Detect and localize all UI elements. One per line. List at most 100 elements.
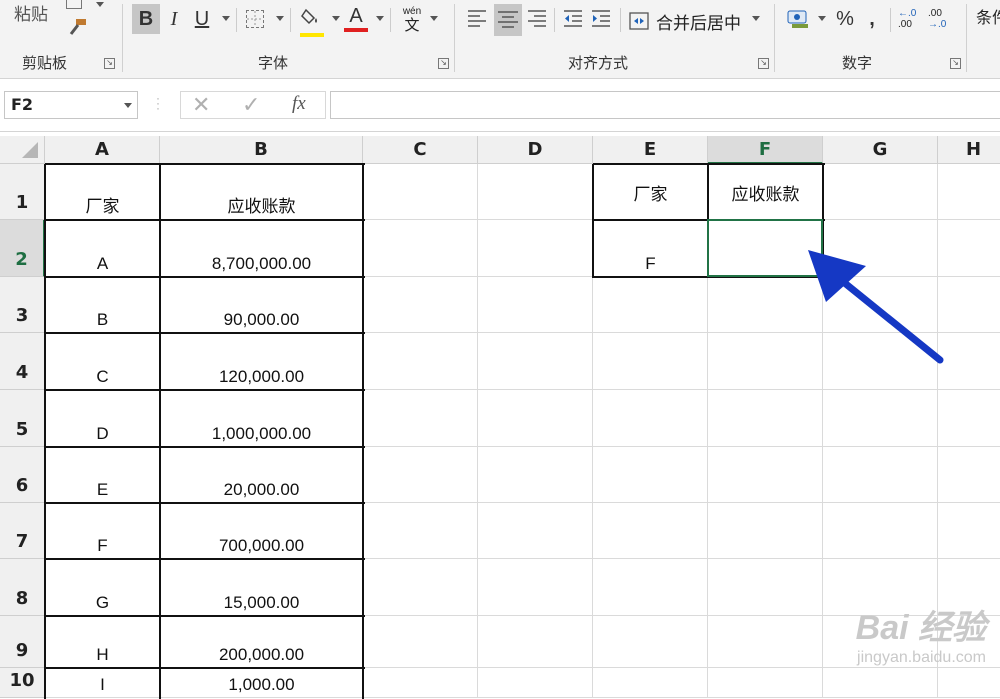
table-border [362, 164, 364, 699]
cell-a5[interactable]: D [45, 390, 160, 447]
table-border [45, 446, 365, 448]
fill-color-dropdown-icon[interactable] [332, 16, 340, 21]
fill-color-icon[interactable] [300, 6, 324, 37]
align-right-icon[interactable] [526, 8, 550, 32]
cell-a2[interactable]: A [45, 220, 160, 277]
increase-indent-icon[interactable] [590, 8, 614, 32]
italic-button[interactable]: I [162, 4, 186, 34]
cell-b8[interactable]: 15,000.00 [160, 559, 363, 616]
row-header-1[interactable]: 1 [0, 164, 45, 220]
column-header-c[interactable]: C [363, 136, 478, 164]
copy-dropdown-icon[interactable] [96, 2, 104, 7]
table-border [592, 164, 594, 278]
borders-dropdown-icon[interactable] [276, 16, 284, 21]
number-launcher-icon[interactable]: ↘ [950, 58, 961, 69]
cell-b4[interactable]: 120,000.00 [160, 333, 363, 390]
formula-input[interactable] [330, 91, 1000, 119]
table-border [44, 164, 46, 699]
table-border [45, 502, 365, 504]
underline-button[interactable]: U [190, 4, 214, 34]
align-left-icon[interactable] [466, 8, 490, 32]
bold-button[interactable]: B [132, 4, 160, 34]
percent-style-button[interactable]: % [832, 4, 858, 34]
paste-button[interactable]: 粘贴 [14, 0, 54, 30]
cancel-icon[interactable]: ✕ [192, 92, 210, 118]
row-header-5[interactable]: 5 [0, 390, 45, 447]
cell-a10[interactable]: I [45, 668, 160, 698]
conditional-format-button[interactable]: 条件 [976, 4, 1000, 28]
column-header-h[interactable]: H [938, 136, 1000, 164]
cell-b1[interactable]: 应收账款 [160, 164, 363, 220]
alignment-launcher-icon[interactable]: ↘ [758, 58, 769, 69]
font-color-icon: A [349, 5, 363, 27]
format-painter-icon[interactable] [66, 18, 90, 36]
cell-b6[interactable]: 20,000.00 [160, 447, 363, 503]
ribbon: 粘贴 剪贴板 ↘ B I U A wén 文 字体 ↘ 合并后居中 对齐方式 ↘… [0, 0, 1000, 79]
cell-a4[interactable]: C [45, 333, 160, 390]
decrease-decimal-icon[interactable]: .00 →.0 [928, 8, 954, 34]
underline-dropdown-icon[interactable] [222, 16, 230, 21]
cell-b2[interactable]: 8,700,000.00 [160, 220, 363, 277]
divider [554, 8, 555, 32]
name-box-dropdown-icon[interactable] [124, 103, 132, 108]
selected-cell-f2[interactable] [707, 219, 823, 277]
accounting-format-icon[interactable] [786, 8, 812, 30]
merge-center-dropdown-icon[interactable] [752, 16, 760, 21]
cell-f1[interactable]: 应收账款 [708, 164, 823, 220]
insert-function-icon[interactable]: fx [292, 93, 306, 115]
cell-b5[interactable]: 1,000,000.00 [160, 390, 363, 447]
font-color-button[interactable]: A [344, 4, 368, 34]
decrease-indent-icon[interactable] [562, 8, 586, 32]
phonetic-guide-button[interactable]: wén 文 [400, 6, 424, 36]
clipboard-launcher-icon[interactable]: ↘ [104, 58, 115, 69]
column-header-f[interactable]: F [708, 136, 823, 164]
increase-decimal-icon[interactable]: ←.0.00 [898, 8, 924, 34]
column-header-e[interactable]: E [593, 136, 708, 164]
cell-e2[interactable]: F [593, 220, 708, 277]
divider [290, 8, 291, 32]
cell-e1[interactable]: 厂家 [593, 164, 708, 220]
font-launcher-icon[interactable]: ↘ [438, 58, 449, 69]
row-header-2[interactable]: 2 [0, 220, 45, 277]
cell-a6[interactable]: E [45, 447, 160, 503]
align-center-icon[interactable] [494, 4, 522, 36]
borders-icon[interactable] [246, 10, 264, 28]
column-header-b[interactable]: B [160, 136, 363, 164]
worksheet-grid[interactable]: A B C D E F G H 1 2 3 4 5 6 7 8 9 10 厂家 应收账款 A 8,700,000.00 B 9… [0, 136, 1000, 699]
row-header-9[interactable]: 9 [0, 616, 45, 668]
font-group-label: 字体 [258, 55, 289, 72]
divider [620, 8, 621, 32]
cell-b7[interactable]: 700,000.00 [160, 503, 363, 559]
cell-a8[interactable]: G [45, 559, 160, 616]
row-header-8[interactable]: 8 [0, 559, 45, 616]
column-header-a[interactable]: A [45, 136, 160, 164]
column-header-g[interactable]: G [823, 136, 938, 164]
row-header-4[interactable]: 4 [0, 333, 45, 390]
row-header-6[interactable]: 6 [0, 447, 45, 503]
cell-b10[interactable]: 1,000.00 [160, 668, 363, 698]
divider [966, 4, 967, 72]
copy-icon[interactable] [66, 0, 82, 9]
accounting-dropdown-icon[interactable] [818, 16, 826, 21]
name-box[interactable]: F2 [4, 91, 138, 119]
enter-icon[interactable]: ✓ [242, 92, 260, 118]
cell-a3[interactable]: B [45, 277, 160, 333]
row-header-7[interactable]: 7 [0, 503, 45, 559]
resize-handle[interactable]: · · · [156, 92, 160, 114]
divider [390, 8, 391, 32]
comma-style-button[interactable]: , [862, 4, 882, 34]
row-header-3[interactable]: 3 [0, 277, 45, 333]
divider [454, 4, 455, 72]
phonetic-dropdown-icon[interactable] [430, 16, 438, 21]
cell-a9[interactable]: H [45, 616, 160, 668]
merge-center-button[interactable]: 合并后居中 [628, 6, 768, 36]
font-color-dropdown-icon[interactable] [376, 16, 384, 21]
fill-handle[interactable] [819, 273, 827, 281]
cell-b3[interactable]: 90,000.00 [160, 277, 363, 333]
cell-b9[interactable]: 200,000.00 [160, 616, 363, 668]
column-header-d[interactable]: D [478, 136, 593, 164]
select-all-button[interactable] [0, 136, 45, 164]
cell-a7[interactable]: F [45, 503, 160, 559]
row-header-10[interactable]: 10 [0, 668, 45, 698]
cell-a1[interactable]: 厂家 [45, 164, 160, 220]
